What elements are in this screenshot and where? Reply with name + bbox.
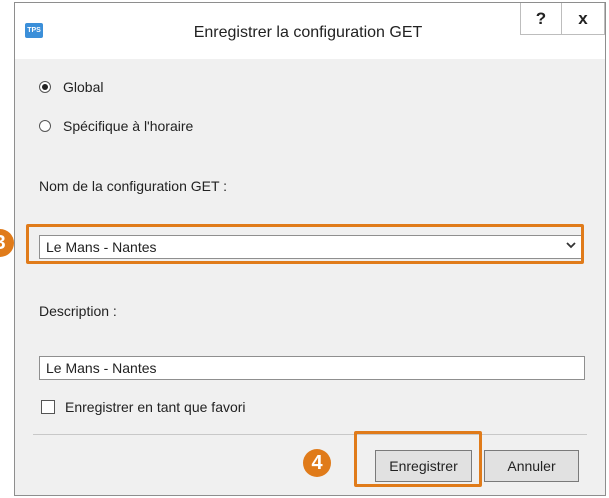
close-button[interactable]: x <box>561 3 605 35</box>
radio-schedule-specific-indicator[interactable] <box>39 120 51 132</box>
description-label: Description : <box>39 303 117 319</box>
favorite-option[interactable]: Enregistrer en tant que favori <box>41 399 246 415</box>
title-bar: TPS Enregistrer la configuration GET ? x <box>15 3 605 59</box>
dialog-content: Global Spécifique à l'horaire Nom de la … <box>15 59 605 495</box>
radio-global-indicator[interactable] <box>39 81 51 93</box>
cancel-button[interactable]: Annuler <box>484 450 579 482</box>
radio-global-label: Global <box>63 79 104 95</box>
radio-schedule-specific-label: Spécifique à l'horaire <box>63 118 194 134</box>
config-name-label: Nom de la configuration GET : <box>39 178 228 194</box>
step-marker-3: 3 <box>0 229 14 257</box>
help-button[interactable]: ? <box>520 3 562 35</box>
favorite-label: Enregistrer en tant que favori <box>65 399 246 415</box>
radio-schedule-specific[interactable]: Spécifique à l'horaire <box>39 118 193 134</box>
dialog-title: Enregistrer la configuration GET <box>193 24 423 41</box>
highlight-box-config-name <box>26 224 584 264</box>
radio-global[interactable]: Global <box>39 79 103 95</box>
separator <box>33 434 587 435</box>
description-value: Le Mans - Nantes <box>46 360 157 376</box>
favorite-checkbox[interactable] <box>41 400 55 414</box>
step-marker-4: 4 <box>303 449 331 477</box>
description-field[interactable]: Le Mans - Nantes <box>39 356 585 380</box>
highlight-box-save <box>354 431 482 487</box>
